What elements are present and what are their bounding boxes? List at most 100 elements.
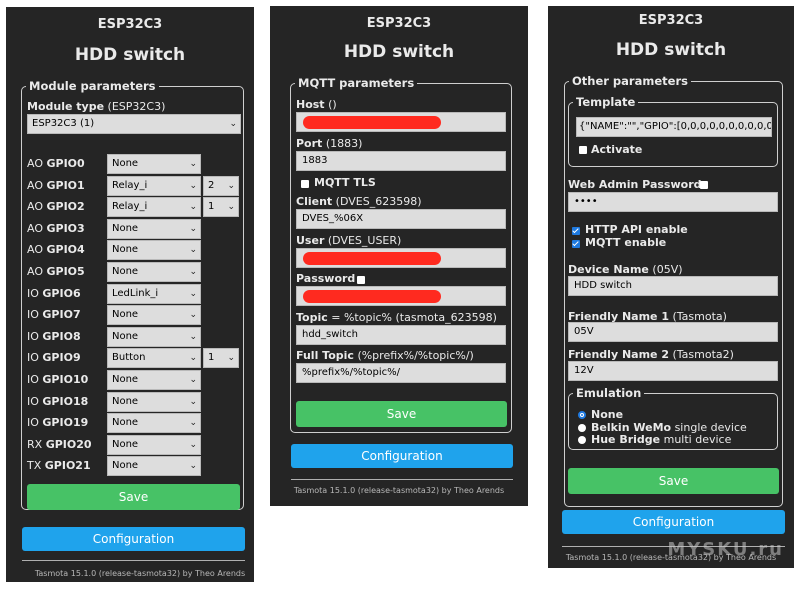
gpio-label: AO GPIO2 [27,200,85,213]
gpio-index-select[interactable]: 1 ⌄ [203,348,239,368]
gpio-index-select[interactable]: 1 ⌄ [203,197,239,217]
chevron-down-icon: ⌄ [189,375,197,385]
chevron-down-icon: ⌄ [189,418,197,428]
module-panel: ESP32C3 HDD switch Module parameters Mod… [6,7,254,582]
gpio-label: IO GPIO10 [27,373,89,386]
gpio-label: AO GPIO1 [27,179,85,192]
emulation-radio[interactable] [578,436,586,444]
footer-text: Tasmota 15.1.0 (release-tasmota32) by Th… [293,486,505,495]
chevron-down-icon: ⌄ [189,289,197,299]
user-input[interactable] [296,248,506,268]
http-api-label: HTTP API enable [585,223,688,236]
gpio-function-select[interactable]: None ⌄ [107,327,201,347]
chevron-down-icon: ⌄ [189,310,197,320]
device-name-heading: ESP32C3 [638,13,704,28]
gpio-label: IO GPIO7 [27,308,81,321]
chevron-down-icon: ⌄ [189,267,197,277]
gpio-function-select[interactable]: None ⌄ [107,370,201,390]
topic-label: Topic = %topic% (tasmota_623598) [296,311,497,324]
emulation-legend: Emulation [576,386,642,400]
gpio-function-select[interactable]: None ⌄ [107,219,201,239]
gpio-function-select[interactable]: Relay_i ⌄ [107,176,201,196]
friendly-name-2-input[interactable]: 12V [568,361,778,381]
user-label: User (DVES_USER) [296,234,402,247]
http-api-checkbox[interactable] [572,227,580,235]
show-password-checkbox[interactable] [357,276,365,284]
emulation-option-label: Belkin WeMo single device [591,420,747,434]
chevron-down-icon: ⌄ [229,119,237,129]
port-input[interactable]: 1883 [296,151,506,171]
gpio-function-select[interactable]: None ⌄ [107,456,201,476]
topic-input[interactable]: hdd_switch [296,325,506,345]
gpio-function-select[interactable]: None ⌄ [107,262,201,282]
mqtt-enable-checkbox[interactable] [572,240,580,248]
mqtt-parameters-legend: MQTT parameters [298,76,415,90]
gpio-function-select[interactable]: None ⌄ [107,392,201,412]
host-input[interactable] [296,112,506,132]
client-input[interactable]: DVES_%06X [296,209,506,229]
save-button[interactable]: Save [568,468,779,494]
save-button[interactable]: Save [296,401,507,427]
gpio-function-select[interactable]: None ⌄ [107,435,201,455]
gpio-function-select[interactable]: None ⌄ [107,413,201,433]
page-title: HDD switch [343,42,455,62]
chevron-down-icon: ⌄ [189,461,197,471]
gpio-function-select[interactable]: None ⌄ [107,154,201,174]
host-label: Host () [296,98,337,111]
gpio-label: AO GPIO3 [27,222,85,235]
device-name-heading: ESP32C3 [366,16,432,31]
page-title: HDD switch [74,45,186,65]
footer-divider [22,560,245,561]
mqtt-tls-label: MQTT TLS [314,176,376,189]
gpio-label: RX GPIO20 [27,438,92,451]
gpio-label: IO GPIO19 [27,416,89,429]
gpio-label: IO GPIO6 [27,287,81,300]
mqtt-enable-label: MQTT enable [585,236,667,249]
module-type-label: Module type (ESP32C3) [27,100,166,113]
gpio-function-select[interactable]: Button ⌄ [107,348,201,368]
activate-label: Activate [591,143,643,156]
device-name-input[interactable]: HDD switch [568,276,778,296]
module-type-select[interactable]: ESP32C3 (1) ⌄ [27,114,241,134]
template-input[interactable]: {"NAME":"","GPIO":[0,0,0,0,0,0,0,0,0,0, [576,117,772,137]
save-button[interactable]: Save [27,484,240,510]
page-title: HDD switch [615,40,727,60]
redaction-mark [303,116,441,129]
chevron-down-icon: ⌄ [227,181,235,191]
show-admin-password-checkbox[interactable] [700,181,708,189]
chevron-down-icon: ⌄ [189,245,197,255]
gpio-index-select[interactable]: 2 ⌄ [203,176,239,196]
chevron-down-icon: ⌄ [189,224,197,234]
emulation-radio[interactable] [578,423,586,432]
friendly-name-1-input[interactable]: 05V [568,322,778,342]
chevron-down-icon: ⌄ [227,353,235,363]
gpio-function-select[interactable]: LedLink_i ⌄ [107,284,201,304]
configuration-button[interactable]: Configuration [291,444,513,468]
gpio-function-select[interactable]: Relay_i ⌄ [107,197,201,217]
client-label: Client (DVES_623598) [296,195,422,208]
full-topic-label: Full Topic (%prefix%/%topic%/) [296,349,474,362]
footer-text: Tasmota 15.1.0 (release-tasmota32) by Th… [34,569,246,578]
emulation-radio[interactable] [578,411,586,419]
full-topic-input[interactable]: %prefix%/%topic%/ [296,363,506,383]
gpio-function-select[interactable]: None ⌄ [107,305,201,325]
gpio-label: IO GPIO8 [27,330,81,343]
redaction-mark [303,290,441,303]
configuration-button[interactable]: Configuration [22,527,245,551]
mqtt-tls-checkbox[interactable] [301,180,309,188]
chevron-down-icon: ⌄ [189,159,197,169]
mqtt-panel: ESP32C3 HDD switch MQTT parameters Host … [270,6,528,506]
password-input[interactable] [296,286,506,306]
template-legend: Template [576,95,636,109]
chevron-down-icon: ⌄ [227,202,235,212]
configuration-button[interactable]: Configuration [562,510,785,534]
device-name-label: Device Name (05V) [568,263,683,276]
gpio-label: AO GPIO5 [27,265,85,278]
chevron-down-icon: ⌄ [189,202,197,212]
activate-checkbox[interactable] [579,146,587,154]
gpio-function-select[interactable]: None ⌄ [107,240,201,260]
web-admin-password-input[interactable]: •••• [568,192,778,212]
gpio-label: AO GPIO4 [27,243,85,256]
gpio-label: IO GPIO9 [27,351,81,364]
port-label: Port (1883) [296,137,363,150]
